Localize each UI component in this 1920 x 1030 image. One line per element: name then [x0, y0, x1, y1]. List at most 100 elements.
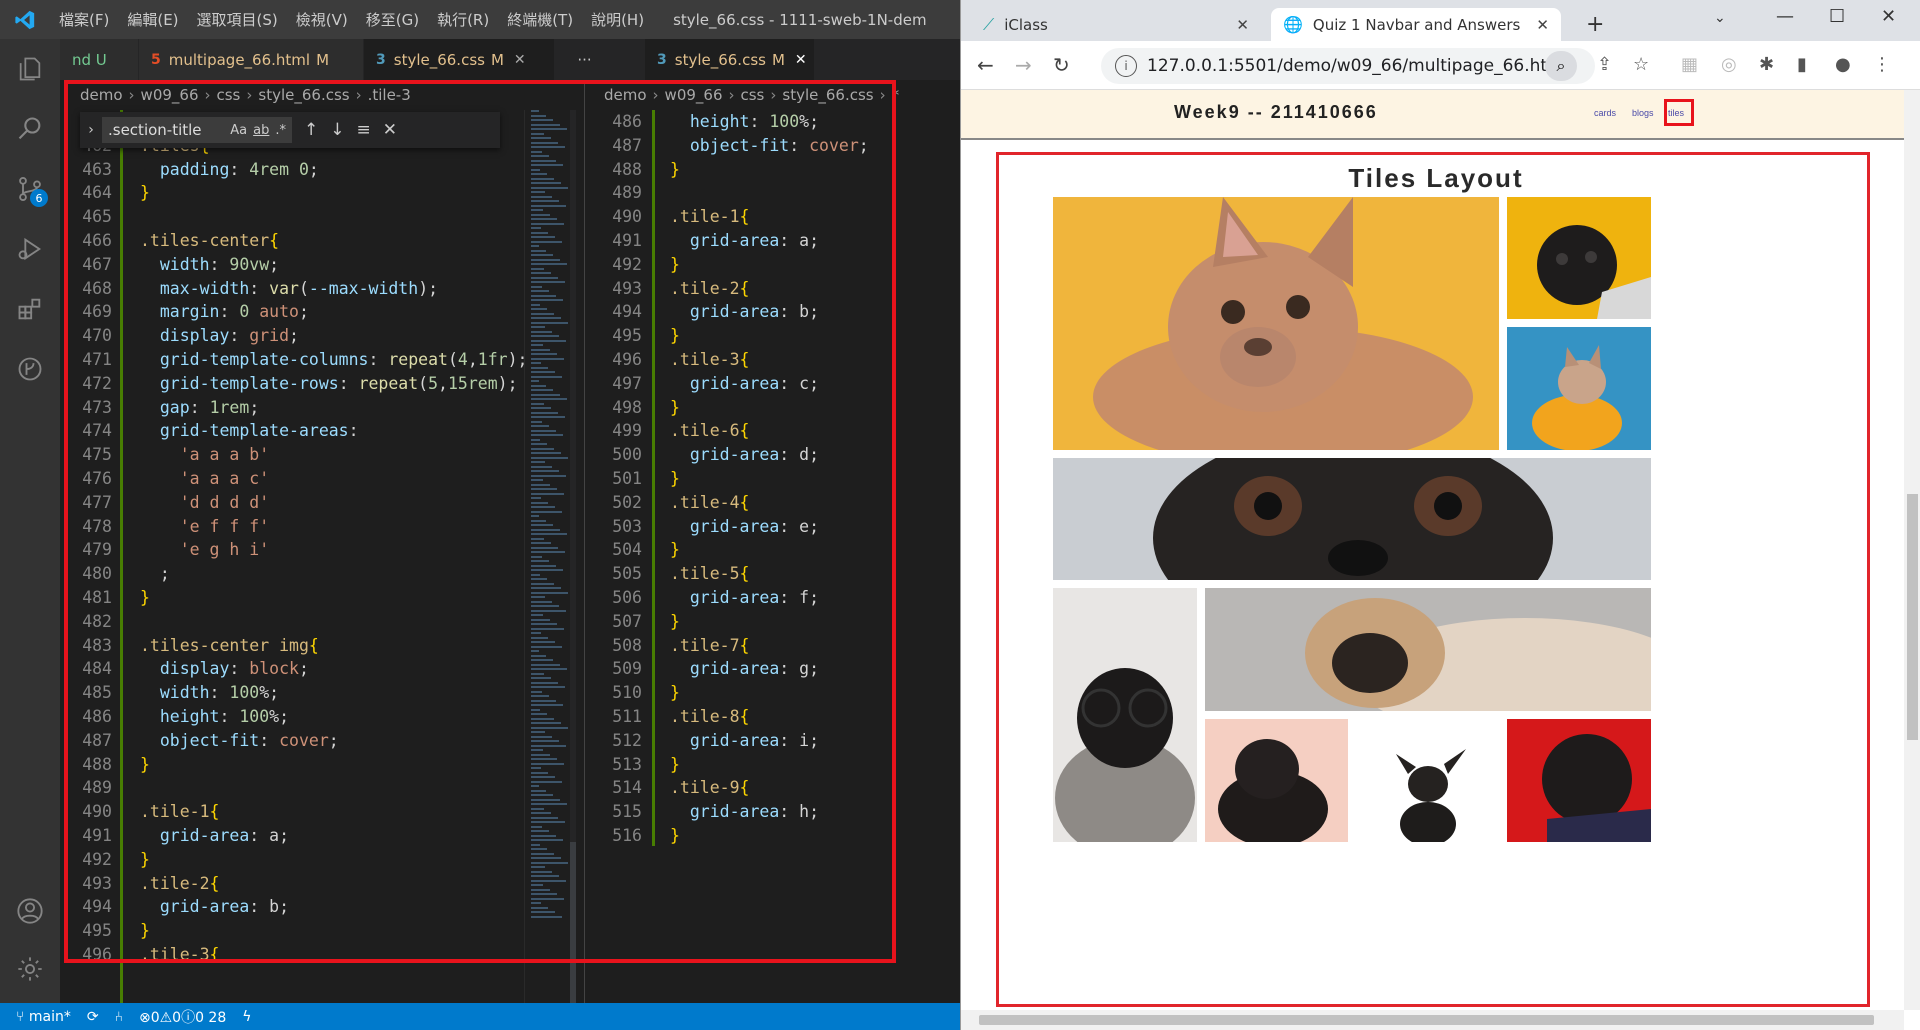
code-line[interactable]: 493 .tile-2{ — [60, 872, 524, 896]
code-line[interactable]: 492} — [60, 848, 524, 872]
scroll-thumb[interactable] — [1907, 494, 1918, 740]
more-actions-button[interactable]: ··· — [555, 39, 615, 80]
problems-status[interactable]: ⊗0⚠0ⓘ0 28 — [139, 1007, 226, 1027]
accounts-icon[interactable] — [0, 881, 60, 941]
extensions-puzzle-icon[interactable]: ✱ — [1759, 54, 1774, 75]
code-line[interactable]: 494 grid-area: b; — [60, 895, 524, 919]
code-line[interactable]: 507} — [590, 610, 930, 634]
code-line[interactable]: 513} — [590, 753, 930, 777]
code-line[interactable]: 463 padding: 4rem 0; — [60, 158, 524, 182]
code-line[interactable]: 486 height: 100%; — [60, 705, 524, 729]
code-line[interactable]: 499 .tile-6{ — [590, 419, 930, 443]
menu-item[interactable]: 編輯(E) — [118, 9, 187, 30]
code-line[interactable]: 469 margin: 0 auto; — [60, 300, 524, 324]
code-line[interactable]: 495} — [590, 324, 930, 348]
close-icon[interactable]: ✕ — [514, 52, 526, 68]
breadcrumb-item[interactable]: style_66.css — [782, 86, 873, 104]
close-icon[interactable]: ✕ — [1536, 16, 1549, 34]
side-panel-icon[interactable]: ▮ — [1797, 54, 1807, 75]
code-line[interactable]: 474 grid-template-areas: — [60, 419, 524, 443]
tab-partial[interactable]: nd U — [60, 39, 139, 80]
code-line[interactable]: 490 .tile-1{ — [590, 205, 930, 229]
extension-icon[interactable]: ▦ — [1681, 54, 1698, 75]
menu-item[interactable]: 說明(H) — [582, 9, 653, 30]
find-in-selection-icon[interactable]: ≡ — [357, 120, 371, 140]
nav-link-cards[interactable]: cards — [1594, 108, 1616, 118]
source-control-icon[interactable]: 6 — [0, 159, 60, 219]
code-line[interactable]: 470 display: grid; — [60, 324, 524, 348]
tab-multipage-html[interactable]: 5 multipage_66.html M — [139, 39, 364, 80]
code-line[interactable]: 481} — [60, 586, 524, 610]
breadcrumb-item[interactable]: style_66.css — [258, 86, 349, 104]
code-line[interactable]: 496 .tile-3{ — [590, 348, 930, 372]
breadcrumb-item[interactable]: w09_66 — [141, 86, 199, 104]
match-case-toggle[interactable]: Aa — [230, 123, 247, 138]
menu-item[interactable]: 檔案(F) — [50, 9, 118, 30]
code-line[interactable]: 495} — [60, 919, 524, 943]
address-bar[interactable]: i 127.0.0.1:5501/demo/w09_66/multipage_6… — [1101, 48, 1595, 84]
bookmark-star-icon[interactable]: ☆ — [1633, 54, 1649, 75]
extensions-icon[interactable] — [0, 279, 60, 339]
find-input[interactable]: .section-title Aa ab .* — [102, 117, 292, 143]
next-match-icon[interactable]: ↓ — [330, 120, 344, 140]
code-line[interactable]: 480 ; — [60, 562, 524, 586]
breadcrumb-item[interactable]: css — [741, 86, 765, 104]
breadcrumb-item[interactable]: w09_66 — [665, 86, 723, 104]
code-line[interactable]: 477 'd d d d' — [60, 491, 524, 515]
code-line[interactable]: 501} — [590, 467, 930, 491]
code-line[interactable]: 491 grid-area: a; — [590, 229, 930, 253]
code-line[interactable]: 491 grid-area: a; — [60, 824, 524, 848]
code-line[interactable]: 483 .tiles-center img{ — [60, 634, 524, 658]
page-vertical-scrollbar[interactable] — [1904, 90, 1920, 1010]
code-line[interactable]: 466 .tiles-center{ — [60, 229, 524, 253]
code-editor-right[interactable]: 486 height: 100%; 487 object-fit: cover; 4… — [590, 110, 930, 1003]
minimap[interactable] — [524, 110, 576, 1003]
editor-group-divider[interactable] — [584, 80, 585, 1003]
breadcrumb-item[interactable]: * — [892, 86, 900, 104]
tab-style-css-right[interactable]: 3 style_66.css M ✕ — [645, 39, 815, 80]
code-line[interactable]: 509 grid-area: g; — [590, 657, 930, 681]
search-icon[interactable] — [0, 99, 60, 159]
back-icon[interactable]: ← — [977, 53, 994, 77]
code-line[interactable]: 508 .tile-7{ — [590, 634, 930, 658]
code-line[interactable]: 489 — [590, 181, 930, 205]
code-line[interactable]: 514 .tile-9{ — [590, 776, 930, 800]
share-icon[interactable]: ⇪ — [1597, 54, 1612, 75]
code-line[interactable]: 492} — [590, 253, 930, 277]
git-graph-icon[interactable] — [0, 339, 60, 399]
sync-icon[interactable]: ⟳ — [87, 1009, 99, 1025]
explorer-icon[interactable] — [0, 39, 60, 99]
code-line[interactable]: 505 .tile-5{ — [590, 562, 930, 586]
code-line[interactable]: 488} — [590, 158, 930, 182]
code-line[interactable]: 467 width: 90vw; — [60, 253, 524, 277]
menu-item[interactable]: 移至(G) — [357, 9, 428, 30]
toggle-replace-icon[interactable]: › — [80, 122, 102, 138]
settings-gear-icon[interactable] — [0, 939, 60, 999]
code-line[interactable]: 504} — [590, 538, 930, 562]
code-line[interactable]: 478 'e f f f' — [60, 515, 524, 539]
menu-item[interactable]: 檢視(V) — [287, 9, 357, 30]
code-line[interactable]: 488} — [60, 753, 524, 777]
tab-style-css-left[interactable]: 3 style_66.css M ✕ — [364, 39, 555, 80]
whole-word-toggle[interactable]: ab — [253, 123, 269, 138]
browser-tab-quiz[interactable]: 🌐 Quiz 1 Navbar and Answers ✕ — [1271, 8, 1561, 41]
code-line[interactable]: 503 grid-area: e; — [590, 515, 930, 539]
scroll-thumb[interactable] — [570, 842, 576, 1022]
code-line[interactable]: 472 grid-template-rows: repeat(5,15rem); — [60, 372, 524, 396]
close-icon[interactable]: ✕ — [795, 52, 807, 68]
reload-icon[interactable]: ↻ — [1053, 53, 1070, 77]
code-line[interactable]: 468 max-width: var(--max-width); — [60, 277, 524, 301]
code-line[interactable]: 485 width: 100%; — [60, 681, 524, 705]
code-line[interactable]: 476 'a a a c' — [60, 467, 524, 491]
code-line[interactable]: 464} — [60, 181, 524, 205]
site-info-icon[interactable]: i — [1115, 55, 1137, 77]
profile-avatar-icon[interactable]: ● — [1835, 54, 1851, 75]
menu-item[interactable]: 選取項目(S) — [188, 9, 287, 30]
nav-link-blogs[interactable]: blogs — [1632, 108, 1654, 118]
code-line[interactable]: 506 grid-area: f; — [590, 586, 930, 610]
menu-item[interactable]: 終端機(T) — [498, 9, 582, 30]
code-line[interactable]: 489 — [60, 776, 524, 800]
code-line[interactable]: 479 'e g h i' — [60, 538, 524, 562]
scroll-thumb[interactable] — [979, 1015, 1874, 1025]
code-line[interactable]: 486 height: 100%; — [590, 110, 930, 134]
